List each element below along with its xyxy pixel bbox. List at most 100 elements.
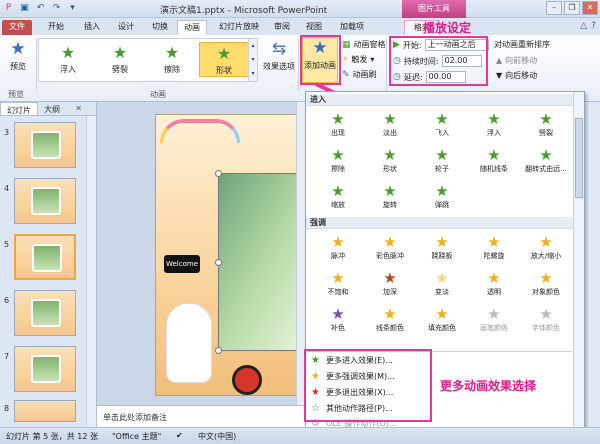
effect-shape[interactable]: ★ 形状 bbox=[364, 146, 416, 176]
effect-darken[interactable]: ★ 加深 bbox=[364, 269, 416, 299]
slide-thumbnail-6[interactable] bbox=[14, 290, 76, 336]
slide-editing-area: Welcome bbox=[97, 102, 307, 405]
star-icon: ★ bbox=[331, 182, 345, 200]
effect-teeter[interactable]: ★ 跷跷板 bbox=[416, 233, 468, 263]
slide-thumbnail-4[interactable] bbox=[14, 178, 76, 224]
resize-handle[interactable] bbox=[215, 170, 222, 177]
gallery-item-label: 劈裂 bbox=[112, 65, 128, 74]
star-icon: ★ bbox=[164, 43, 180, 62]
resize-handle[interactable] bbox=[215, 347, 222, 354]
gallery-scroll[interactable]: ▴ ▾ ▾ bbox=[248, 39, 257, 81]
tab-transitions[interactable]: 切换 bbox=[146, 20, 174, 35]
effect-spin[interactable]: ★ 陀螺旋 bbox=[468, 233, 520, 263]
slide-thumbnail-3[interactable] bbox=[14, 122, 76, 168]
gallery-item-wipe[interactable]: ★ 擦除 bbox=[147, 42, 197, 75]
effect-grow-shrink[interactable]: ★ 放大/缩小 bbox=[520, 233, 572, 263]
star-icon: ★ bbox=[112, 43, 128, 62]
effect-wheel[interactable]: ★ 轮子 bbox=[416, 146, 468, 176]
star-icon: ★ bbox=[539, 110, 553, 128]
effect-object-color[interactable]: ★ 对象颜色 bbox=[520, 269, 572, 299]
effect-pulse[interactable]: ★ 脉冲 bbox=[312, 233, 364, 263]
gallery-item-label: 浮入 bbox=[60, 65, 76, 74]
animation-painter-button[interactable]: ✎ 动画刷 bbox=[342, 69, 377, 80]
tab-slides[interactable]: 幻灯片 bbox=[0, 102, 38, 115]
slide-thumbnail-7[interactable] bbox=[14, 346, 76, 392]
effect-swivel[interactable]: ★ 旋转 bbox=[364, 182, 416, 212]
tab-design[interactable]: 设计 bbox=[112, 20, 140, 35]
minimize-ribbon-icon[interactable]: △ bbox=[580, 21, 587, 31]
scroll-thumb[interactable] bbox=[575, 118, 583, 198]
effect-line-color[interactable]: ★ 线条颜色 bbox=[364, 305, 416, 335]
thumbnail-photo bbox=[31, 299, 61, 327]
effect-transparency[interactable]: ★ 透明 bbox=[468, 269, 520, 299]
star-icon: ★ bbox=[435, 110, 449, 128]
more-effects-highlight bbox=[304, 349, 432, 422]
customize-qat-icon[interactable]: ▾ bbox=[66, 2, 79, 15]
notes-pane[interactable]: 单击此处添加备注 bbox=[97, 405, 307, 427]
slides-pane-scrollbar[interactable] bbox=[86, 116, 96, 427]
tab-animations[interactable]: 动画 bbox=[177, 20, 207, 35]
redo-icon[interactable]: ↷ bbox=[50, 2, 63, 15]
current-slide[interactable]: Welcome bbox=[155, 114, 305, 396]
selected-picture[interactable] bbox=[215, 170, 304, 354]
powerpoint-logo-icon[interactable]: P bbox=[2, 2, 15, 15]
effect-complementary-color[interactable]: ★ 补色 bbox=[312, 305, 364, 335]
effect-random-bars[interactable]: ★ 随机线条 bbox=[468, 146, 520, 176]
close-icon[interactable]: ✕ bbox=[75, 104, 82, 113]
tab-insert[interactable]: 插入 bbox=[78, 20, 106, 35]
slide-number: 7 bbox=[4, 352, 10, 361]
slide-thumbnail-8[interactable] bbox=[14, 400, 76, 422]
dropdown-scrollbar[interactable] bbox=[573, 92, 584, 428]
gallery-item-shape[interactable]: ★ 形状 bbox=[199, 42, 249, 77]
move-earlier-button[interactable]: ▲ 向前移动 bbox=[496, 55, 537, 66]
divider bbox=[386, 39, 387, 91]
gallery-item-label: 擦除 bbox=[164, 65, 180, 74]
tab-slideshow[interactable]: 幻灯片放映 bbox=[214, 20, 264, 35]
effect-bounce[interactable]: ★ 弹跳 bbox=[416, 182, 468, 212]
restore-icon[interactable]: ❐ bbox=[564, 1, 580, 15]
help-icon[interactable]: ? bbox=[591, 21, 596, 31]
ribbon-tabs: 文件 开始 插入 设计 切换 动画 幻灯片放映 审阅 视图 加载项 格式 △ ? bbox=[0, 18, 600, 35]
tab-addins[interactable]: 加载项 bbox=[334, 20, 370, 35]
tab-outline[interactable]: 大纲 bbox=[38, 102, 66, 115]
animation-pane-icon: ▦ bbox=[342, 39, 351, 50]
effect-appear[interactable]: ★ 出现 bbox=[312, 110, 364, 140]
window-controls: – ❐ ✕ bbox=[546, 1, 598, 15]
effect-fill-color[interactable]: ★ 填充颜色 bbox=[416, 305, 468, 335]
effect-desaturate[interactable]: ★ 不饱和 bbox=[312, 269, 364, 299]
resize-handle[interactable] bbox=[215, 259, 222, 266]
effect-split[interactable]: ★ 劈裂 bbox=[520, 110, 572, 140]
save-icon[interactable]: ▣ bbox=[18, 2, 31, 15]
effect-float-in[interactable]: ★ 浮入 bbox=[468, 110, 520, 140]
gallery-item-split[interactable]: ★ 劈裂 bbox=[95, 42, 145, 75]
language-status[interactable]: 中文(中国) bbox=[198, 431, 236, 442]
spell-check-icon[interactable]: ✔ bbox=[176, 431, 183, 440]
title-bar: P ▣ ↶ ↷ ▾ 演示文稿1.pptx - Microsoft PowerPo… bbox=[0, 0, 600, 18]
animation-pane-button[interactable]: ▦ 动画窗格 bbox=[342, 39, 386, 50]
star-icon: ★ bbox=[383, 182, 397, 200]
trigger-button[interactable]: ⚡ 触发 ▾ bbox=[342, 54, 374, 65]
effect-wipe[interactable]: ★ 擦除 bbox=[312, 146, 364, 176]
preview-button[interactable]: ★ 预览 bbox=[3, 39, 33, 72]
move-later-button[interactable]: ▼ 向后移动 bbox=[496, 70, 537, 81]
effect-fade[interactable]: ★ 淡出 bbox=[364, 110, 416, 140]
preview-star-icon: ★ bbox=[10, 39, 26, 59]
undo-icon[interactable]: ↶ bbox=[34, 2, 47, 15]
effect-fly-in[interactable]: ★ 飞入 bbox=[416, 110, 468, 140]
close-icon[interactable]: ✕ bbox=[582, 1, 598, 15]
minimize-icon[interactable]: – bbox=[546, 1, 562, 15]
effect-options-button[interactable]: ⇆ 效果选项 bbox=[262, 39, 296, 72]
tab-review[interactable]: 审阅 bbox=[268, 20, 296, 35]
star-icon: ★ bbox=[487, 269, 501, 287]
effect-color-pulse[interactable]: ★ 彩色脉冲 bbox=[364, 233, 416, 263]
star-icon: ★ bbox=[331, 110, 345, 128]
slide-thumbnail-5[interactable] bbox=[14, 234, 76, 280]
effect-zoom[interactable]: ★ 缩放 bbox=[312, 182, 364, 212]
star-icon: ★ bbox=[383, 269, 397, 287]
tab-home[interactable]: 开始 bbox=[42, 20, 70, 35]
gallery-item-float-in[interactable]: ★ 浮入 bbox=[43, 42, 93, 75]
tab-view[interactable]: 视图 bbox=[300, 20, 328, 35]
effect-grow-turn[interactable]: ★ 翻转式由远... bbox=[520, 146, 572, 176]
effect-lighten[interactable]: ★ 变淡 bbox=[416, 269, 468, 299]
tab-file[interactable]: 文件 bbox=[2, 20, 32, 35]
